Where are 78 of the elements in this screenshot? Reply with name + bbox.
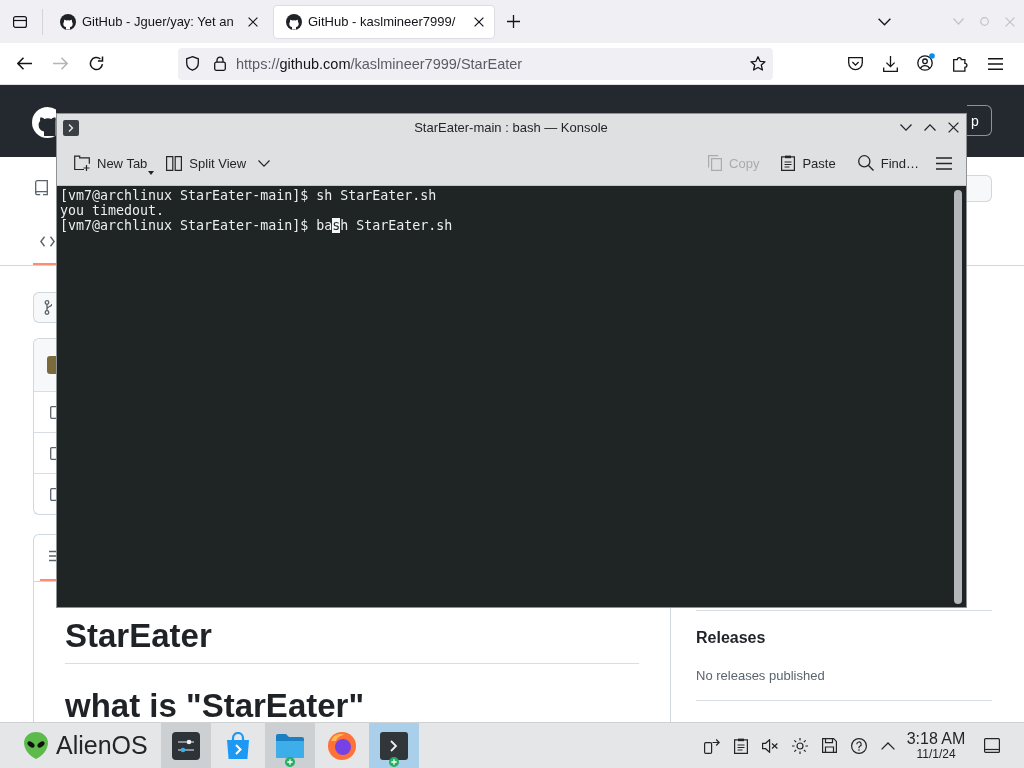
split-view-icon xyxy=(166,155,183,171)
file-icon xyxy=(50,405,56,419)
plus-badge-icon xyxy=(284,757,295,767)
readme-heading: what is "StarEater" xyxy=(65,689,366,722)
logo-icon xyxy=(286,13,302,30)
pocket-icon[interactable] xyxy=(848,56,863,71)
globe-icon xyxy=(327,731,356,760)
maximize-icon[interactable] xyxy=(924,124,936,131)
browser-tab[interactable]: GitHub - kaslmineer7999/ xyxy=(273,4,495,39)
file-icon xyxy=(50,487,56,501)
copy-icon xyxy=(708,155,723,171)
avatar-image xyxy=(47,356,56,374)
list-icon[interactable] xyxy=(49,550,56,562)
clock-date[interactable]: 11/1/24 xyxy=(916,747,956,761)
terminal-line: [vm7@archlinux StarEater-main]$ sh StarEater.sh xyxy=(60,188,437,203)
phone-arrow-icon[interactable] xyxy=(704,737,720,754)
terminal-line: [vm7@archlinux StarEater-main]$ bash StarEater.sh xyxy=(60,218,453,233)
branch-button[interactable] xyxy=(33,292,56,323)
alien-head-icon xyxy=(24,732,48,759)
help-icon[interactable] xyxy=(851,737,867,754)
readme-title: StarEater xyxy=(65,616,639,664)
chevron-down-icon[interactable] xyxy=(878,17,891,26)
close-icon[interactable] xyxy=(248,16,258,27)
taskbar-task[interactable] xyxy=(160,723,211,768)
clipboard-icon xyxy=(781,155,796,171)
speaker-icon[interactable] xyxy=(762,738,778,753)
terminal-icon[interactable] xyxy=(63,119,79,136)
sliders-icon xyxy=(171,731,200,760)
caret-icon xyxy=(148,171,155,175)
reload-icon[interactable] xyxy=(89,56,104,71)
clock-time[interactable]: 3:18 AM xyxy=(906,730,966,747)
browser-tab[interactable]: GitHub - Jguer/yay: Yet an xyxy=(47,4,269,39)
address-bar[interactable]: https://github.com/kaslmineer7999/StarEater xyxy=(178,47,773,80)
branch-icon xyxy=(44,300,52,315)
releases-status-text: No releases published xyxy=(696,667,825,685)
active-tab-indicator xyxy=(40,579,56,581)
window-title: StarEater-main : bash — Konsole xyxy=(414,120,608,135)
scrollbar[interactable] xyxy=(954,190,962,604)
new-tab-icon xyxy=(74,155,90,171)
code-icon[interactable] xyxy=(40,236,55,247)
download-icon[interactable] xyxy=(883,55,898,72)
terminal-area[interactable]: [vm7@archlinux StarEater-main]$ sh StarEater.sh you timedout. [vm7@archlinux StarEater-main]$ bash StarEater.sh xyxy=(57,186,966,607)
app-launcher-button[interactable]: AlienOS xyxy=(0,723,152,768)
menu-icon[interactable] xyxy=(988,57,1003,70)
drawer-icon[interactable] xyxy=(13,15,27,28)
puzzle-icon[interactable] xyxy=(953,55,968,72)
close-icon[interactable] xyxy=(474,16,484,27)
clipboard-icon[interactable] xyxy=(734,737,748,754)
floppy-icon[interactable] xyxy=(822,738,837,753)
find-button[interactable]: Find… xyxy=(851,148,925,178)
taskbar-task[interactable] xyxy=(368,723,419,768)
terminal-line: you timedout. xyxy=(60,203,165,218)
star-icon[interactable] xyxy=(750,56,766,71)
sun-icon[interactable] xyxy=(792,737,808,754)
plus-badge-icon xyxy=(388,757,399,767)
split-view-button[interactable]: Split View xyxy=(160,148,277,178)
new-tab-button[interactable]: New Tab xyxy=(68,148,161,178)
close-icon[interactable] xyxy=(948,122,959,133)
chevron-down-icon xyxy=(258,159,271,167)
caret-up-icon[interactable] xyxy=(881,741,895,750)
bag-icon xyxy=(225,732,250,759)
account-icon[interactable] xyxy=(917,52,935,71)
search-icon xyxy=(857,155,874,171)
lock-icon[interactable] xyxy=(214,56,226,71)
minimize-icon[interactable] xyxy=(900,124,912,131)
plus-icon[interactable] xyxy=(507,15,520,28)
back-icon[interactable] xyxy=(17,57,32,70)
shield-icon[interactable] xyxy=(186,56,199,71)
folder-icon xyxy=(275,733,304,758)
book-icon xyxy=(35,180,48,196)
file-icon xyxy=(50,446,56,460)
active-tab-indicator xyxy=(33,263,56,265)
terminal-icon xyxy=(379,731,408,760)
paste-button[interactable]: Paste xyxy=(775,148,842,178)
show-desktop-icon[interactable] xyxy=(984,738,1000,753)
releases-heading[interactable]: Releases xyxy=(696,626,766,650)
menu-icon xyxy=(936,156,952,170)
logo-icon xyxy=(60,13,76,30)
